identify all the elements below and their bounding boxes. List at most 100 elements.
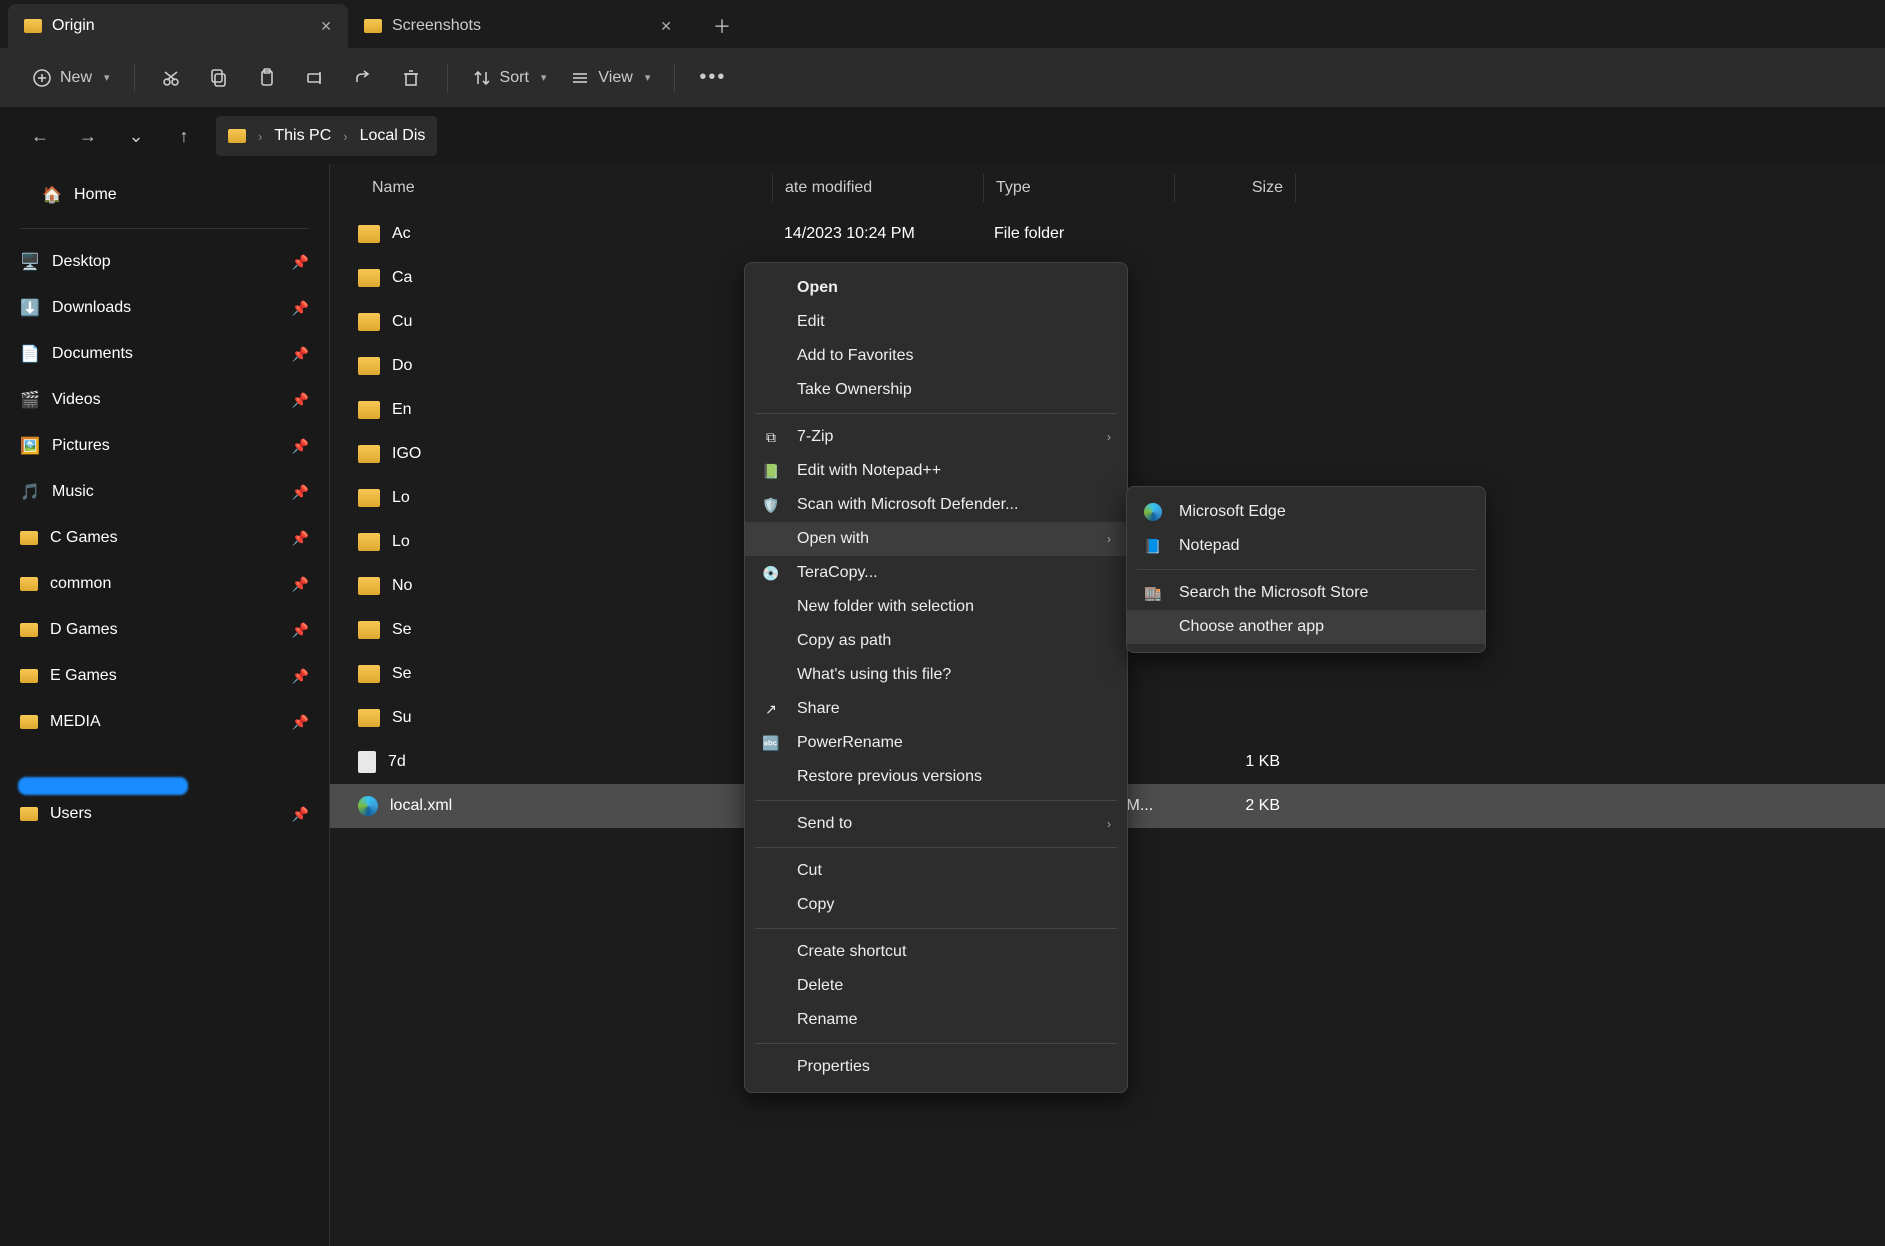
submenu-item[interactable]: Choose another app (1127, 610, 1485, 644)
separator (20, 228, 309, 229)
file-row[interactable]: Ac 14/2023 10:24 PM File folder (330, 212, 1885, 256)
context-menu-item[interactable]: Restore previous versions (745, 760, 1127, 794)
pin-icon: 📌 (292, 714, 309, 731)
context-menu-item[interactable]: Send to› (745, 807, 1127, 841)
context-menu-item[interactable]: Copy (745, 888, 1127, 922)
column-headers: Name ate modified Type Size (330, 164, 1885, 212)
home-icon: 🏠 (42, 185, 62, 205)
context-menu-item[interactable]: Add to Favorites (745, 339, 1127, 373)
breadcrumb-item[interactable]: This PC (274, 127, 331, 145)
submenu-item[interactable]: 📘Notepad (1127, 529, 1485, 563)
tab-screenshots[interactable]: Screenshots ✕ (348, 4, 688, 48)
context-menu-item[interactable]: Rename (745, 1003, 1127, 1037)
close-icon[interactable]: ✕ (660, 18, 672, 35)
sidebar-item[interactable]: D Games📌 (0, 607, 329, 653)
context-menu-item[interactable]: 📗Edit with Notepad++ (745, 454, 1127, 488)
rename-button[interactable] (295, 58, 335, 98)
file-name: 7d (388, 753, 406, 771)
folder-icon (358, 665, 380, 683)
breadcrumb[interactable]: › This PC › Local Dis (216, 116, 437, 156)
delete-button[interactable] (391, 58, 431, 98)
address-row: ← → ⌄ ↑ › This PC › Local Dis (0, 108, 1885, 164)
chevron-down-icon: ▾ (541, 71, 547, 84)
context-menu-item[interactable]: Create shortcut (745, 935, 1127, 969)
column-size[interactable]: Size (1175, 179, 1295, 197)
file-name: No (392, 577, 412, 595)
edge-icon (358, 796, 378, 816)
sidebar-item[interactable]: 🖥️Desktop📌 (0, 239, 329, 285)
videos-icon: 🎬 (20, 390, 40, 410)
submenu-item[interactable]: Microsoft Edge (1127, 495, 1485, 529)
forward-button[interactable]: → (72, 120, 104, 152)
notepad-icon: 📘 (1143, 536, 1163, 556)
context-menu-item[interactable]: ↗Share (745, 692, 1127, 726)
context-label: 7-Zip (797, 428, 833, 446)
submenu-item[interactable]: 🏬Search the Microsoft Store (1127, 576, 1485, 610)
back-button[interactable]: ← (24, 120, 56, 152)
sidebar-home[interactable]: 🏠 Home (0, 172, 329, 218)
scissors-icon (161, 68, 181, 88)
sidebar-item[interactable]: 🎬Videos📌 (0, 377, 329, 423)
context-menu-item[interactable]: 🔤PowerRename (745, 726, 1127, 760)
close-icon[interactable]: ✕ (320, 18, 332, 35)
context-menu-item[interactable]: Open with› (745, 522, 1127, 556)
file-icon (358, 751, 376, 773)
sidebar-item[interactable]: ⬇️Downloads📌 (0, 285, 329, 331)
context-menu-item[interactable]: New folder with selection (745, 590, 1127, 624)
context-menu-item[interactable]: ⧉7-Zip› (745, 420, 1127, 454)
cut-button[interactable] (151, 58, 191, 98)
paste-button[interactable] (247, 58, 287, 98)
sidebar-item[interactable]: common📌 (0, 561, 329, 607)
column-name[interactable]: Name (342, 179, 772, 197)
context-menu-item[interactable]: Delete (745, 969, 1127, 1003)
context-menu-item[interactable]: Properties (745, 1050, 1127, 1084)
sidebar-item[interactable]: 📄Documents📌 (0, 331, 329, 377)
file-name: Cu (392, 313, 412, 331)
breadcrumb-item[interactable]: Local Dis (360, 127, 426, 145)
context-label: Properties (797, 1058, 870, 1076)
sidebar-item[interactable]: MEDIA 📌 (0, 699, 329, 745)
sidebar-item[interactable]: E Games📌 (0, 653, 329, 699)
rename-icon: 🔤 (761, 733, 781, 753)
tab-origin[interactable]: Origin ✕ (8, 4, 348, 48)
chevron-right-icon: › (1107, 430, 1111, 444)
file-date: 14/2023 10:24 PM (772, 225, 982, 243)
context-menu-item[interactable]: Take Ownership (745, 373, 1127, 407)
column-type[interactable]: Type (984, 179, 1174, 197)
separator (755, 847, 1117, 848)
column-date[interactable]: ate modified (773, 179, 983, 197)
sidebar-label: Music (52, 483, 94, 501)
file-name: Se (392, 665, 412, 683)
sort-button[interactable]: Sort ▾ (464, 58, 555, 98)
context-label: Send to (797, 815, 852, 833)
file-name: IGO (392, 445, 421, 463)
new-label: New (60, 69, 92, 87)
share-button[interactable] (343, 58, 383, 98)
context-menu-item[interactable]: Copy as path (745, 624, 1127, 658)
recent-button[interactable]: ⌄ (120, 120, 152, 152)
context-menu-item[interactable]: 💿TeraCopy... (745, 556, 1127, 590)
folder-icon (358, 225, 380, 243)
new-tab-button[interactable]: ＋ (704, 8, 740, 44)
sidebar-label: MEDIA (50, 713, 101, 731)
sidebar-item[interactable]: 🖼️Pictures📌 (0, 423, 329, 469)
folder-icon (228, 129, 246, 143)
context-menu-item[interactable]: 🛡️Scan with Microsoft Defender... (745, 488, 1127, 522)
sidebar-label: D Games (50, 621, 118, 639)
context-menu-item[interactable]: What's using this file? (745, 658, 1127, 692)
new-button[interactable]: New ▾ (24, 58, 118, 98)
context-menu-item[interactable]: Cut (745, 854, 1127, 888)
pin-icon: 📌 (292, 668, 309, 685)
sidebar-item-users[interactable]: Users 📌 (0, 791, 329, 837)
context-menu-item[interactable]: Edit (745, 305, 1127, 339)
copy-button[interactable] (199, 58, 239, 98)
tab-title: Screenshots (392, 17, 481, 35)
more-button[interactable]: ••• (691, 58, 734, 98)
view-button[interactable]: View ▾ (562, 58, 658, 98)
sidebar-item[interactable]: C Games📌 (0, 515, 329, 561)
up-button[interactable]: ↑ (168, 120, 200, 152)
context-menu-item[interactable]: Open (745, 271, 1127, 305)
context-label: Copy as path (797, 632, 891, 650)
sidebar-item[interactable]: 🎵Music📌 (0, 469, 329, 515)
context-label: Add to Favorites (797, 347, 914, 365)
